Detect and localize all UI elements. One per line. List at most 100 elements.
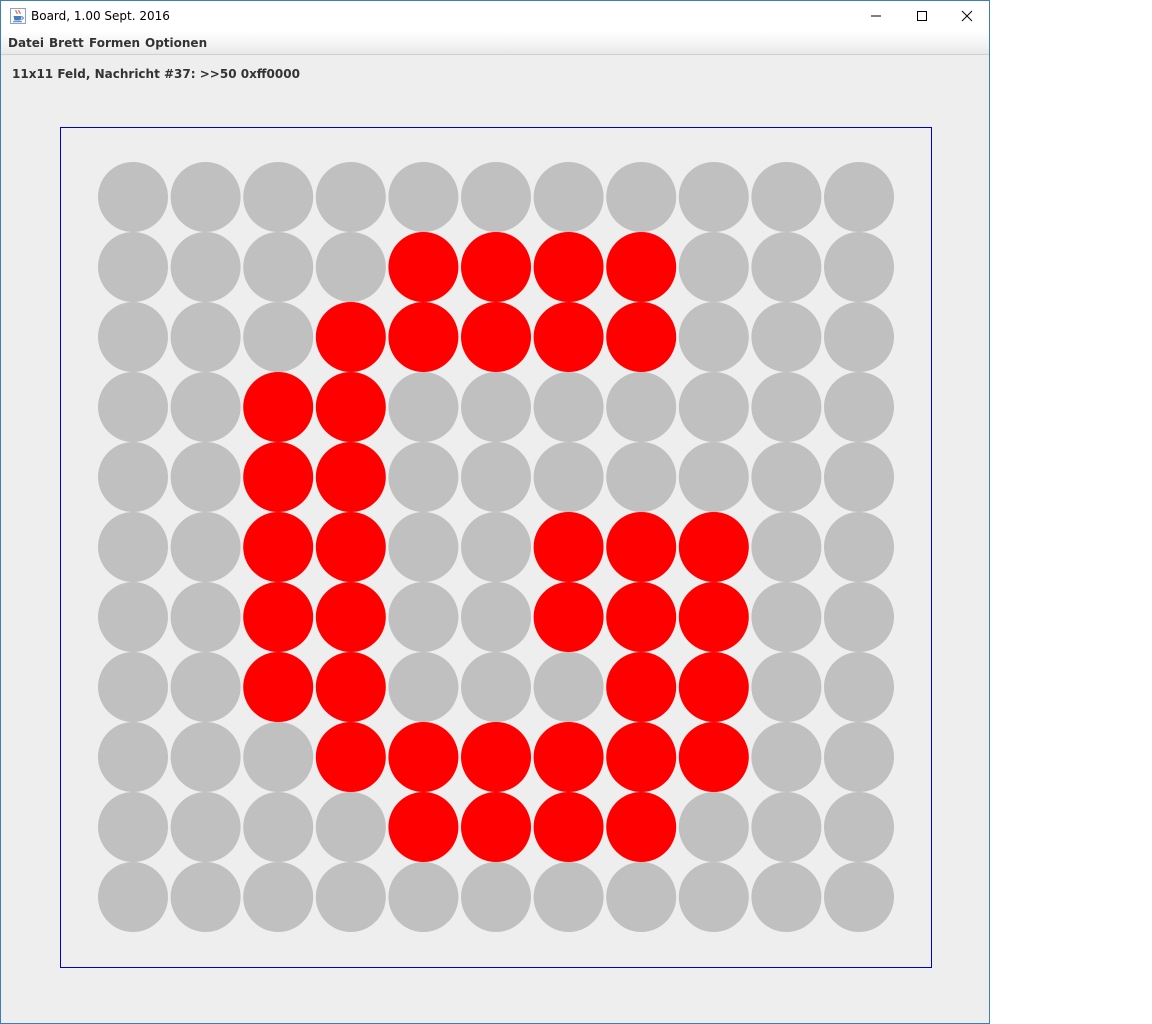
board-cell-r10-c6[interactable] (533, 862, 604, 932)
board-cell-r8-c3[interactable] (315, 722, 386, 792)
board-cell-r3-c10[interactable] (824, 372, 894, 442)
board-cell-r7-c1[interactable] (170, 652, 241, 722)
board-cell-r1-c8[interactable] (678, 232, 749, 302)
board-cell-r2-c5[interactable] (461, 302, 531, 372)
board-cell-r2-c7[interactable] (606, 302, 677, 372)
board-cell-r7-c3[interactable] (315, 652, 386, 722)
board-cell-r7-c10[interactable] (824, 652, 894, 722)
board-cell-r4-c0[interactable] (98, 442, 168, 512)
board-cell-r4-c1[interactable] (170, 442, 241, 512)
board-cell-r5-c8[interactable] (678, 512, 749, 582)
board-cell-r8-c1[interactable] (170, 722, 241, 792)
board-cell-r8-c4[interactable] (388, 722, 459, 792)
board-cell-r2-c3[interactable] (315, 302, 386, 372)
board-cell-r8-c8[interactable] (678, 722, 749, 792)
close-button[interactable] (944, 1, 990, 31)
board-cell-r4-c2[interactable] (243, 442, 314, 512)
board-cell-r5-c3[interactable] (315, 512, 386, 582)
board-cell-r9-c9[interactable] (751, 792, 822, 862)
board-cell-r0-c2[interactable] (243, 162, 314, 232)
board-cell-r9-c6[interactable] (533, 792, 604, 862)
board-cell-r6-c10[interactable] (824, 582, 894, 652)
board-cell-r5-c9[interactable] (751, 512, 822, 582)
board-cell-r9-c4[interactable] (388, 792, 459, 862)
board-cell-r5-c7[interactable] (606, 512, 677, 582)
board-cell-r4-c5[interactable] (461, 442, 531, 512)
board-cell-r2-c4[interactable] (388, 302, 459, 372)
board-cell-r7-c4[interactable] (388, 652, 459, 722)
board-cell-r5-c1[interactable] (170, 512, 241, 582)
title-bar[interactable]: Board, 1.00 Sept. 2016 (1, 1, 989, 31)
board-cell-r3-c4[interactable] (388, 372, 459, 442)
board-cell-r1-c6[interactable] (533, 232, 604, 302)
board-cell-r0-c3[interactable] (315, 162, 386, 232)
board-cell-r7-c6[interactable] (533, 652, 604, 722)
board-cell-r4-c8[interactable] (678, 442, 749, 512)
board-cell-r2-c10[interactable] (824, 302, 894, 372)
board-cell-r1-c4[interactable] (388, 232, 459, 302)
board-cell-r8-c10[interactable] (824, 722, 894, 792)
board-cell-r10-c8[interactable] (678, 862, 749, 932)
board-cell-r0-c10[interactable] (824, 162, 894, 232)
board-cell-r0-c4[interactable] (388, 162, 459, 232)
board-cell-r6-c4[interactable] (388, 582, 459, 652)
board-cell-r10-c5[interactable] (461, 862, 531, 932)
board-cell-r3-c7[interactable] (606, 372, 677, 442)
board-cell-r2-c8[interactable] (678, 302, 749, 372)
board-cell-r0-c8[interactable] (678, 162, 749, 232)
board-cell-r9-c10[interactable] (824, 792, 894, 862)
menu-brett[interactable]: Brett (49, 36, 84, 50)
board-cell-r9-c8[interactable] (678, 792, 749, 862)
board-cell-r6-c7[interactable] (606, 582, 677, 652)
board-cell-r10-c0[interactable] (98, 862, 168, 932)
board-cell-r2-c1[interactable] (170, 302, 241, 372)
board-cell-r3-c3[interactable] (315, 372, 386, 442)
board-cell-r9-c0[interactable] (98, 792, 168, 862)
board-cell-r10-c3[interactable] (315, 862, 386, 932)
board-cell-r10-c1[interactable] (170, 862, 241, 932)
board-cell-r1-c10[interactable] (824, 232, 894, 302)
board-cell-r4-c3[interactable] (315, 442, 386, 512)
board-cell-r6-c5[interactable] (461, 582, 531, 652)
minimize-button[interactable] (853, 1, 899, 31)
board-cell-r6-c9[interactable] (751, 582, 822, 652)
board-cell-r4-c6[interactable] (533, 442, 604, 512)
board-cell-r1-c0[interactable] (98, 232, 168, 302)
board-cell-r3-c1[interactable] (170, 372, 241, 442)
board-cell-r0-c9[interactable] (751, 162, 822, 232)
board-cell-r6-c8[interactable] (678, 582, 749, 652)
board-cell-r4-c7[interactable] (606, 442, 677, 512)
board-cell-r10-c9[interactable] (751, 862, 822, 932)
board-cell-r10-c7[interactable] (606, 862, 677, 932)
board-cell-r10-c2[interactable] (243, 862, 314, 932)
board-cell-r3-c8[interactable] (678, 372, 749, 442)
board-cell-r4-c10[interactable] (824, 442, 894, 512)
menu-formen[interactable]: Formen (89, 36, 140, 50)
board-cell-r5-c6[interactable] (533, 512, 604, 582)
board-cell-r9-c3[interactable] (315, 792, 386, 862)
board-cell-r10-c10[interactable] (824, 862, 894, 932)
board-cell-r1-c5[interactable] (461, 232, 531, 302)
board-cell-r2-c9[interactable] (751, 302, 822, 372)
board-cell-r4-c4[interactable] (388, 442, 459, 512)
board-cell-r7-c2[interactable] (243, 652, 314, 722)
board-cell-r0-c0[interactable] (98, 162, 168, 232)
board-cell-r6-c2[interactable] (243, 582, 314, 652)
board-cell-r4-c9[interactable] (751, 442, 822, 512)
board-cell-r2-c2[interactable] (243, 302, 314, 372)
board-cell-r3-c9[interactable] (751, 372, 822, 442)
board-cell-r7-c9[interactable] (751, 652, 822, 722)
board-cell-r8-c0[interactable] (98, 722, 168, 792)
board-cell-r9-c2[interactable] (243, 792, 314, 862)
board-cell-r3-c6[interactable] (533, 372, 604, 442)
board-cell-r1-c7[interactable] (606, 232, 677, 302)
board-cell-r5-c4[interactable] (388, 512, 459, 582)
board-cell-r3-c5[interactable] (461, 372, 531, 442)
board-cell-r9-c7[interactable] (606, 792, 677, 862)
board-cell-r6-c3[interactable] (315, 582, 386, 652)
board-cell-r7-c8[interactable] (678, 652, 749, 722)
board-cell-r0-c5[interactable] (461, 162, 531, 232)
board-cell-r7-c5[interactable] (461, 652, 531, 722)
board-cell-r8-c7[interactable] (606, 722, 677, 792)
board-cell-r6-c0[interactable] (98, 582, 168, 652)
